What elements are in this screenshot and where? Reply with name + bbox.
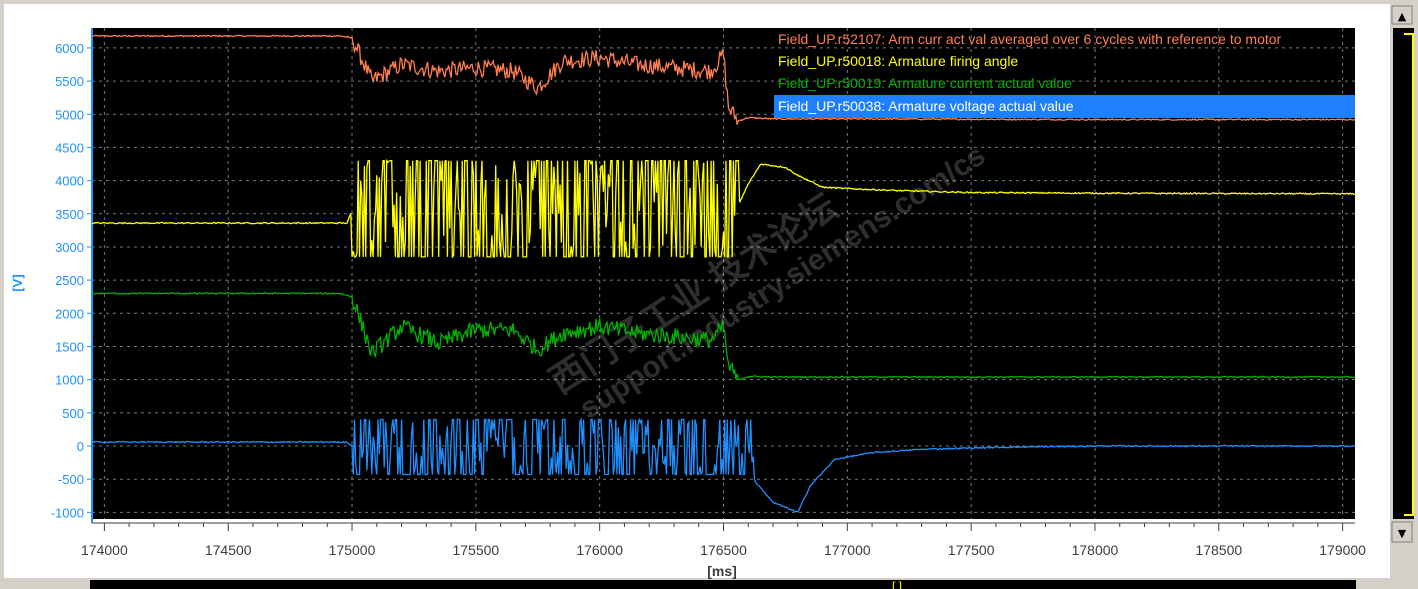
y-tick-label: 6000 <box>55 41 84 56</box>
y-axis-unit: [V] <box>10 274 25 291</box>
legend-item-r50019[interactable]: Field_UP.r50019: Armature current actual… <box>778 75 1072 91</box>
y-tick-label: 4500 <box>55 140 84 155</box>
x-tick-label: 175500 <box>452 542 499 558</box>
legend-item-r50038[interactable]: Field_UP.r50038: Armature voltage actual… <box>778 98 1074 114</box>
overview-range-marker[interactable]: [ ] <box>892 579 902 589</box>
scroll-up-icon: ▲ <box>1398 10 1407 23</box>
x-tick-label: 176000 <box>576 542 623 558</box>
horizontal-overview-pane[interactable] <box>90 580 1356 589</box>
y-tick-label: -1000 <box>51 505 84 520</box>
y-tick-label: 2000 <box>55 306 84 321</box>
y-tick-label: 3000 <box>55 240 84 255</box>
vertical-scrollbar[interactable]: ▲ ▼ <box>1390 4 1414 545</box>
x-tick-label: 178000 <box>1072 542 1119 558</box>
overview-pane[interactable] <box>1393 28 1414 519</box>
y-tick-label: 5000 <box>55 107 84 122</box>
y-tick-label: 4000 <box>55 174 84 189</box>
x-tick-label: 178500 <box>1195 542 1242 558</box>
y-tick-label: 5500 <box>55 74 84 89</box>
y-tick-label: 0 <box>77 439 84 454</box>
y-tick-label: 2500 <box>55 273 84 288</box>
x-tick-label: 174000 <box>81 542 128 558</box>
trace-chart[interactable]: 6000550050004500400035003000250020001500… <box>0 0 1418 589</box>
y-tick-label: 500 <box>62 406 84 421</box>
x-tick-label: 176500 <box>700 542 747 558</box>
y-tick-label: 1500 <box>55 339 84 354</box>
x-tick-label: 174500 <box>205 542 252 558</box>
legend-item-r50018[interactable]: Field_UP.r50018: Armature firing angle <box>778 53 1018 69</box>
legend-item-r52107[interactable]: Field_UP.r52107: Arm curr act val averag… <box>778 31 1282 47</box>
x-tick-label: 177500 <box>948 542 995 558</box>
y-tick-label: -500 <box>58 472 84 487</box>
horizontal-overview[interactable]: [ ] <box>64 579 1382 589</box>
y-tick-label: 1000 <box>55 373 84 388</box>
x-tick-label: 175000 <box>329 542 376 558</box>
x-tick-label: 179000 <box>1319 542 1366 558</box>
x-tick-label: 177000 <box>824 542 871 558</box>
x-axis-unit: [ms] <box>707 563 737 579</box>
scroll-down-icon: ▼ <box>1398 527 1407 540</box>
y-tick-label: 3500 <box>55 207 84 222</box>
